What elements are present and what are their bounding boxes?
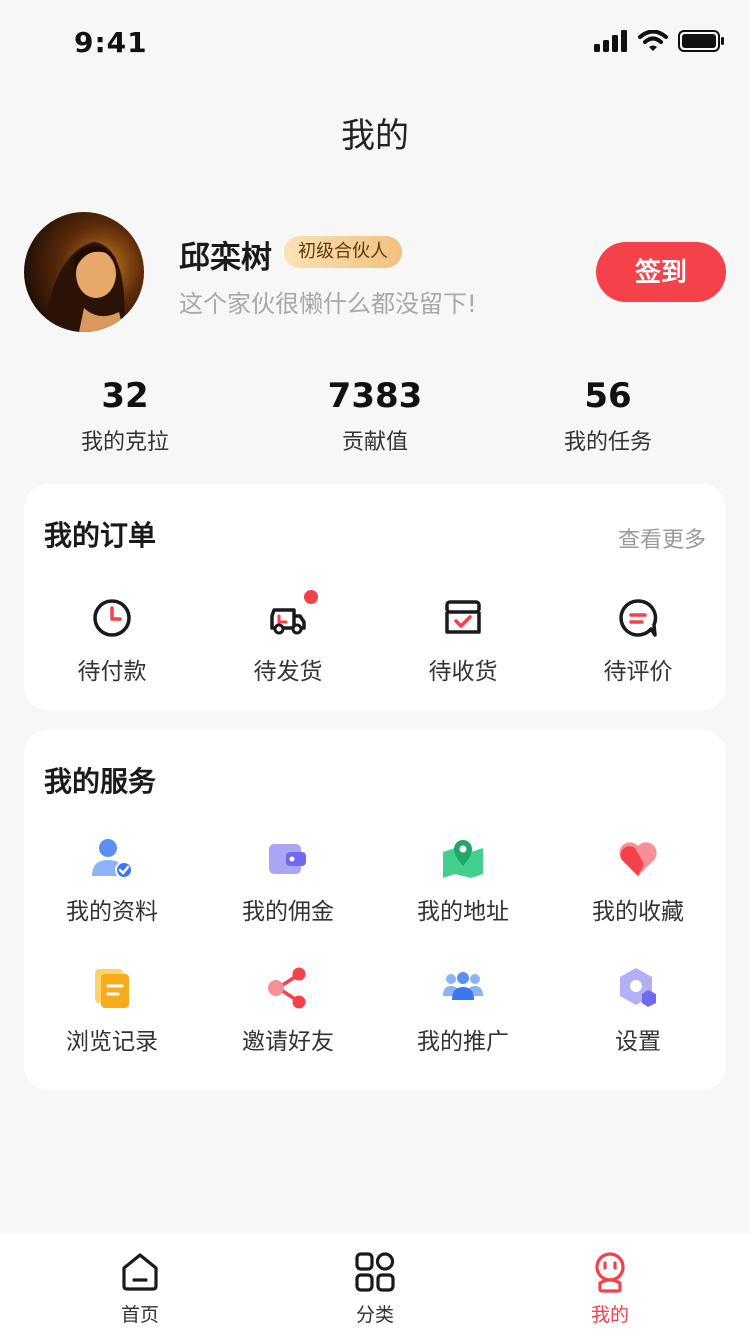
page-title: 我的: [341, 116, 409, 156]
tab-label: 分类: [355, 1304, 394, 1326]
stat-label: 我的克拉: [80, 430, 169, 455]
avatar[interactable]: [24, 212, 144, 332]
service-invite[interactable]: 邀请好友: [200, 964, 376, 1056]
stat-label: 贡献值: [341, 430, 408, 455]
stat-value: 32: [101, 376, 149, 416]
orders-card: 我的订单 查看更多 待付款 待发货 待收货 待评价: [24, 484, 726, 710]
category-grid-icon: [353, 1250, 397, 1294]
status-bar: 9:41: [0, 0, 750, 88]
stat-value: 56: [584, 376, 632, 416]
comment-icon: [614, 594, 662, 642]
share-icon: [264, 964, 312, 1012]
wallet-icon: [264, 834, 312, 882]
service-favorites[interactable]: 我的收藏: [550, 834, 726, 926]
order-label: 待付款: [77, 659, 147, 685]
settings-hexagon-icon: [614, 964, 662, 1012]
order-label: 待发货: [253, 659, 323, 685]
battery-icon: [678, 30, 724, 52]
tab-label: 首页: [120, 1304, 159, 1326]
tab-home[interactable]: 首页: [80, 1250, 200, 1327]
user-bio: 这个家伙很懒什么都没留下!: [179, 290, 477, 318]
home-icon: [118, 1250, 162, 1294]
service-label: 我的推广: [417, 1029, 509, 1055]
clock-icon: [88, 594, 136, 642]
service-label: 我的地址: [417, 899, 509, 925]
heart-icon: [614, 834, 662, 882]
status-icons: [594, 30, 724, 52]
profile-face-icon: [588, 1250, 632, 1294]
checkin-button[interactable]: 签到: [596, 242, 726, 302]
bottom-tab-bar: 首页 分类 我的: [0, 1234, 750, 1334]
stat-label: 我的任务: [563, 430, 652, 455]
service-history[interactable]: 浏览记录: [24, 964, 200, 1056]
stat-carats[interactable]: 32 我的克拉: [25, 376, 225, 456]
order-pending-review[interactable]: 待评价: [550, 594, 726, 686]
service-label: 设置: [615, 1029, 661, 1055]
stats-row: 32 我的克拉 7383 贡献值 56 我的任务: [0, 376, 750, 456]
stat-value: 7383: [327, 376, 423, 416]
service-label: 邀请好友: [242, 1029, 334, 1055]
stat-contribution[interactable]: 7383 贡献值: [275, 376, 475, 456]
services-title: 我的服务: [44, 765, 157, 798]
service-address[interactable]: 我的地址: [375, 834, 551, 926]
tab-mine[interactable]: 我的: [550, 1250, 670, 1327]
box-check-icon: [439, 594, 487, 642]
stat-tasks[interactable]: 56 我的任务: [508, 376, 708, 456]
user-verified-icon: [88, 834, 136, 882]
orders-title: 我的订单: [44, 519, 157, 552]
cellular-signal-icon: [594, 30, 627, 52]
service-label: 我的资料: [66, 899, 158, 925]
notification-dot: [304, 590, 318, 604]
order-label: 待评价: [603, 659, 673, 685]
truck-icon: [264, 590, 318, 642]
wifi-icon: [638, 30, 668, 51]
services-card: 我的服务 我的资料 我的佣金 我的地址 我的收藏 浏览记录 邀请好友 我的推广 …: [24, 730, 726, 1090]
user-name: 邱栾树: [179, 240, 272, 276]
service-commission[interactable]: 我的佣金: [200, 834, 376, 926]
view-more-link[interactable]: 查看更多: [618, 522, 706, 554]
order-label: 待收货: [428, 659, 498, 685]
service-label: 浏览记录: [66, 1029, 158, 1055]
tab-label: 我的: [590, 1304, 629, 1326]
avatar-image: [24, 212, 144, 332]
profile-header: 邱栾树 初级合伙人 这个家伙很懒什么都没留下! 签到: [24, 212, 726, 332]
service-label: 我的收藏: [592, 899, 684, 925]
order-pending-payment[interactable]: 待付款: [24, 594, 200, 686]
map-pin-icon: [439, 834, 487, 882]
service-promotion[interactable]: 我的推广: [375, 964, 551, 1056]
service-label: 我的佣金: [242, 899, 334, 925]
order-pending-receipt[interactable]: 待收货: [375, 594, 551, 686]
document-icon: [88, 964, 136, 1012]
tab-category[interactable]: 分类: [315, 1250, 435, 1327]
level-badge: 初级合伙人: [284, 236, 402, 268]
service-settings[interactable]: 设置: [550, 964, 726, 1056]
group-icon: [439, 964, 487, 1012]
status-time: 9:41: [74, 26, 148, 59]
service-profile[interactable]: 我的资料: [24, 834, 200, 926]
order-pending-shipment[interactable]: 待发货: [200, 590, 376, 686]
